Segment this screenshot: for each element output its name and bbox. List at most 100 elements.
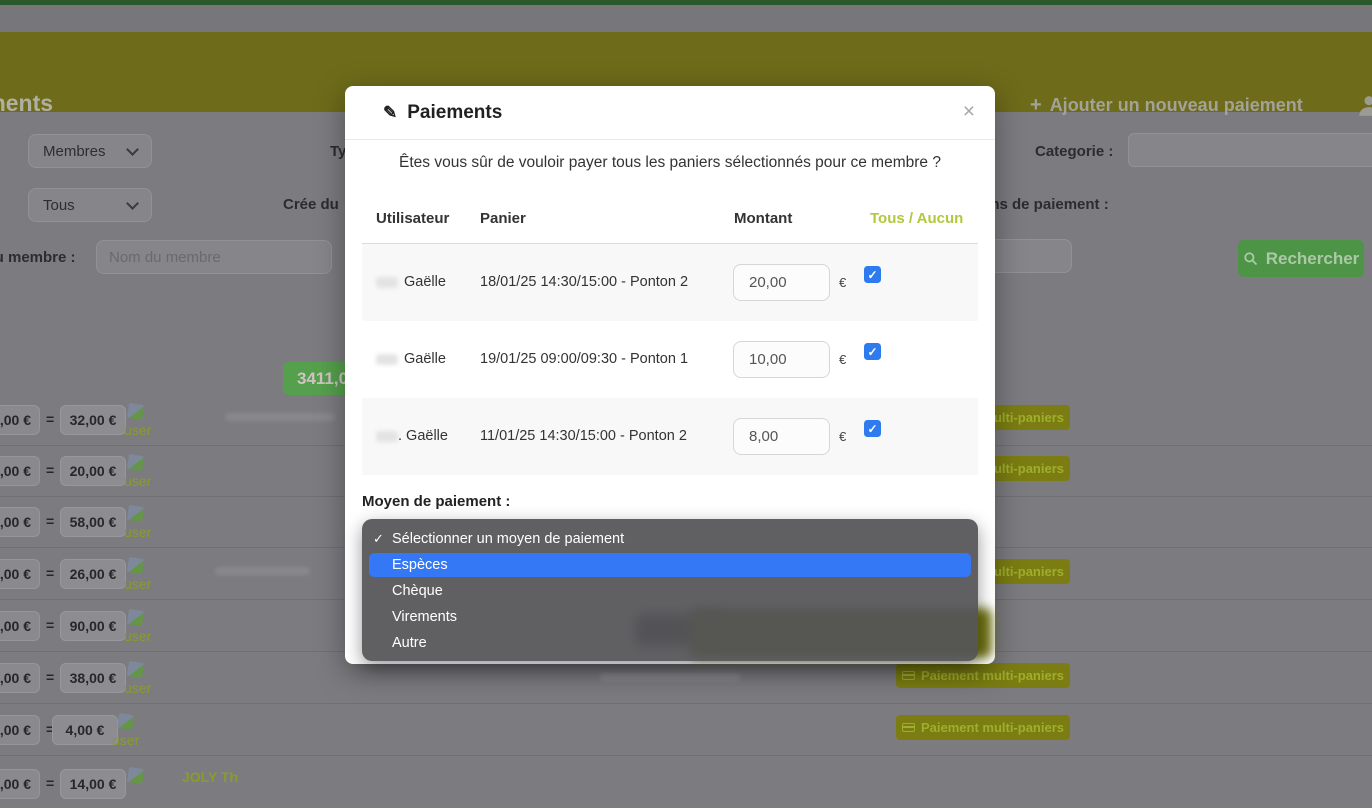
amount-original-box: 8,00 €: [0, 663, 40, 693]
basket-table: Utilisateur Panier Montant Tous / Aucun …: [362, 210, 978, 475]
col-montant: Montant: [734, 210, 792, 227]
amount-original-box: ,00 €: [0, 715, 40, 745]
amount-original-box: 0,00 €: [0, 611, 40, 641]
row-checkbox[interactable]: ✓: [864, 420, 881, 437]
user-name: Gaëlle: [404, 351, 446, 367]
page-title: Paiements: [0, 90, 53, 117]
member-name-label: Nom du membre :: [0, 249, 76, 266]
check-icon: ✓: [373, 531, 384, 547]
tous-select-value: Tous: [43, 197, 75, 214]
equals-sign: =: [46, 617, 54, 633]
dropdown-option[interactable]: ✓ Sélectionner un moyen de paiement: [362, 526, 978, 552]
amount-paid-box: 90,00 €: [60, 611, 126, 641]
user-link[interactable]: user: [124, 524, 151, 540]
panier-description: 18/01/25 14:30/15:00 - Ponton 2: [480, 274, 688, 290]
edit-icon[interactable]: [127, 767, 144, 784]
payment-method-dropdown: ✓ Sélectionner un moyen de paiement Espè…: [362, 519, 978, 661]
col-panier: Panier: [480, 210, 526, 227]
option-label: Sélectionner un moyen de paiement: [392, 531, 624, 547]
user-link[interactable]: user: [124, 576, 151, 592]
amount-paid-box: 4,00 €: [52, 715, 118, 745]
multi-basket-label: Paiement multi-paniers: [921, 668, 1064, 683]
user-link[interactable]: user: [112, 732, 139, 748]
amount-original-box: 0,00 €: [0, 769, 40, 799]
dropdown-option[interactable]: Virements: [362, 604, 978, 630]
currency-symbol: €: [839, 429, 846, 444]
dropdown-option[interactable]: Autre: [362, 630, 978, 656]
amount-paid-box: 38,00 €: [60, 663, 126, 693]
chevron-down-icon: [126, 197, 139, 210]
edit-icon[interactable]: [127, 454, 144, 471]
user-icon[interactable]: [1356, 92, 1372, 118]
amount-paid-box: 26,00 €: [60, 559, 126, 589]
paiements-modal: ✎ Paiements × Êtes vous sûr de vouloir p…: [345, 86, 995, 664]
equals-sign: =: [46, 411, 54, 427]
currency-symbol: €: [839, 275, 846, 290]
categorie-label: Categorie :: [1035, 143, 1113, 160]
table-header-row: Utilisateur Panier Montant Tous / Aucun: [362, 210, 978, 244]
amount-original-box: 2,00 €: [0, 405, 40, 435]
edit-icon[interactable]: [117, 713, 134, 730]
cree-du-label: Crée du: [283, 196, 339, 213]
dropdown-option-selected[interactable]: Espèces: [369, 553, 971, 577]
option-label: Autre: [392, 635, 427, 651]
montant-input[interactable]: 8,00: [733, 418, 830, 455]
close-icon[interactable]: ×: [963, 101, 975, 122]
add-payment-button[interactable]: + Ajouter un nouveau paiement: [1030, 94, 1303, 117]
basket-row: Gaëlle 19/01/25 09:00/09:30 - Ponton 1 1…: [362, 321, 978, 398]
modal-title-text: Paiements: [407, 102, 502, 124]
categorie-input[interactable]: [1128, 133, 1372, 167]
edit-icon[interactable]: [127, 403, 144, 420]
amount-paid-box: 20,00 €: [60, 456, 126, 486]
redacted-text: [225, 413, 335, 421]
multi-basket-payment-button[interactable]: Paiement multi-paniers: [896, 663, 1070, 688]
amount-original-box: 0,00 €: [0, 507, 40, 537]
membres-select[interactable]: Membres: [28, 134, 152, 168]
option-label: Virements: [392, 609, 457, 625]
payment-row: 0,00 € = 14,00 € JOLY Th: [0, 757, 1372, 808]
user-link[interactable]: user: [124, 680, 151, 696]
col-tous-aucun[interactable]: Tous / Aucun: [870, 210, 963, 227]
montant-input[interactable]: 10,00: [733, 341, 830, 378]
row-checkbox[interactable]: ✓: [864, 266, 881, 283]
amount-original-box: 6,00 €: [0, 559, 40, 589]
membres-select-value: Membres: [43, 143, 106, 160]
amount-paid-box: 32,00 €: [60, 405, 126, 435]
edit-icon[interactable]: [127, 505, 144, 522]
amount-paid-box: 14,00 €: [60, 769, 126, 799]
edit-icon[interactable]: [127, 609, 144, 626]
search-label: Rechercher: [1266, 249, 1360, 269]
user-link[interactable]: user: [124, 628, 151, 644]
credit-card-icon: [902, 671, 915, 680]
option-label: Espèces: [392, 557, 448, 573]
search-button[interactable]: Rechercher: [1238, 240, 1364, 277]
redacted-name: [376, 354, 398, 365]
row-checkbox[interactable]: ✓: [864, 343, 881, 360]
plus-icon: +: [1030, 94, 1042, 117]
tous-select[interactable]: Tous: [28, 188, 152, 222]
multi-basket-label: Paiement multi-paniers: [921, 720, 1064, 735]
amount-paid-box: 58,00 €: [60, 507, 126, 537]
user-name: Gaëlle: [404, 274, 446, 290]
member-name-link[interactable]: JOLY Th: [182, 769, 238, 785]
equals-sign: =: [46, 565, 54, 581]
edit-icon[interactable]: [127, 661, 144, 678]
user-link[interactable]: user: [124, 422, 151, 438]
amount-original-box: 0,00 €: [0, 456, 40, 486]
credit-card-icon: [902, 723, 915, 732]
modal-header: ✎ Paiements: [345, 86, 995, 140]
option-label: Chèque: [392, 583, 443, 599]
basket-row: . Gaëlle 11/01/25 14:30/15:00 - Ponton 2…: [362, 398, 978, 475]
montant-input[interactable]: 20,00: [733, 264, 830, 301]
dropdown-option[interactable]: Chèque: [362, 578, 978, 604]
multi-basket-payment-button[interactable]: Paiement multi-paniers: [896, 715, 1070, 740]
add-payment-label: Ajouter un nouveau paiement: [1050, 95, 1303, 116]
user-link[interactable]: user: [124, 473, 151, 489]
equals-sign: =: [46, 775, 54, 791]
edit-icon[interactable]: [127, 557, 144, 574]
pencil-icon: ✎: [383, 103, 397, 123]
member-name-input[interactable]: Nom du membre: [96, 240, 332, 274]
equals-sign: =: [46, 462, 54, 478]
chevron-down-icon: [126, 143, 139, 156]
confirm-question: Êtes vous sûr de vouloir payer tous les …: [345, 154, 995, 172]
